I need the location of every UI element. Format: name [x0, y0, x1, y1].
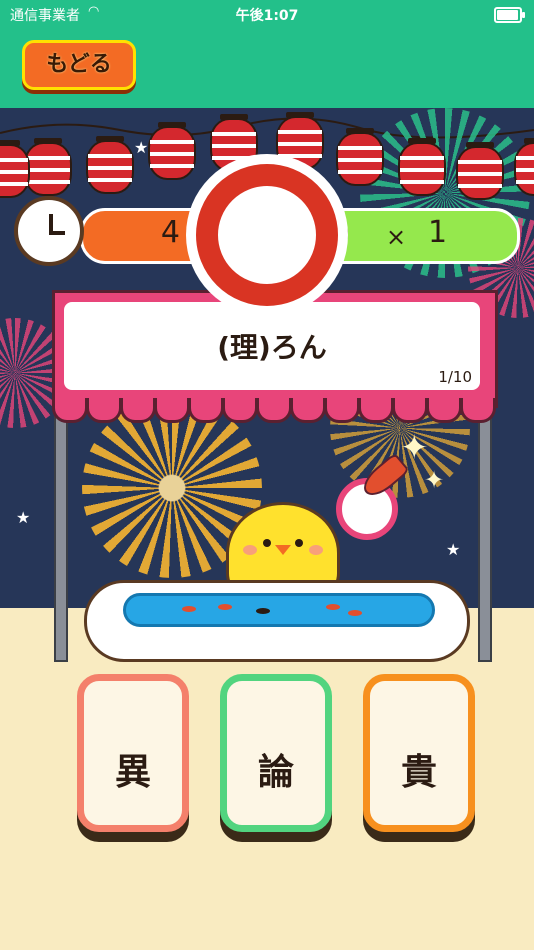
clock-icon [14, 196, 84, 266]
goldfish-icon [218, 604, 232, 610]
star-icon: ★ [446, 540, 461, 559]
answer-label: 論 [257, 752, 294, 793]
question-text: (理)ろん [217, 331, 327, 364]
goldfish-icon [182, 606, 196, 612]
booth-pole-left [54, 400, 68, 662]
booth-pole-right [478, 400, 492, 662]
battery-icon [494, 7, 525, 23]
lantern [0, 140, 30, 198]
answer-button-1[interactable]: 異 [77, 674, 189, 832]
goldfish-icon [256, 608, 270, 614]
header-bar: もどる [0, 28, 534, 108]
lantern [148, 122, 196, 180]
status-bar: 通信事業者 ◠ 午後1:07 [0, 0, 534, 28]
correct-circle-icon [186, 154, 348, 316]
answer-button-3[interactable]: 貴 [363, 674, 475, 832]
star-icon: ★ [16, 508, 31, 527]
status-time: 午後1:07 [235, 8, 299, 24]
timer-value: 4 [160, 215, 180, 250]
answer-button-2[interactable]: 論 [220, 674, 332, 832]
star-icon: ★ [134, 138, 149, 157]
booth-valance [52, 398, 498, 423]
goldfish-icon [348, 610, 362, 616]
goldfish-tub [84, 580, 470, 662]
score-value: 1 [428, 215, 448, 250]
lantern [86, 136, 134, 194]
answer-label: 貴 [400, 752, 437, 793]
lantern [336, 128, 384, 186]
back-button[interactable]: もどる [22, 40, 136, 90]
lantern [398, 138, 446, 196]
question-progress: 1/10 [438, 368, 472, 386]
tub-water [123, 593, 435, 627]
goldfish-icon [326, 604, 340, 610]
sparkle-icon: ✦ [400, 428, 429, 468]
answer-label: 異 [114, 752, 151, 793]
score-multiplier-sign: × [386, 223, 407, 251]
sparkle-icon: ✦ [424, 466, 445, 494]
lantern [456, 142, 504, 200]
lantern [24, 138, 72, 196]
